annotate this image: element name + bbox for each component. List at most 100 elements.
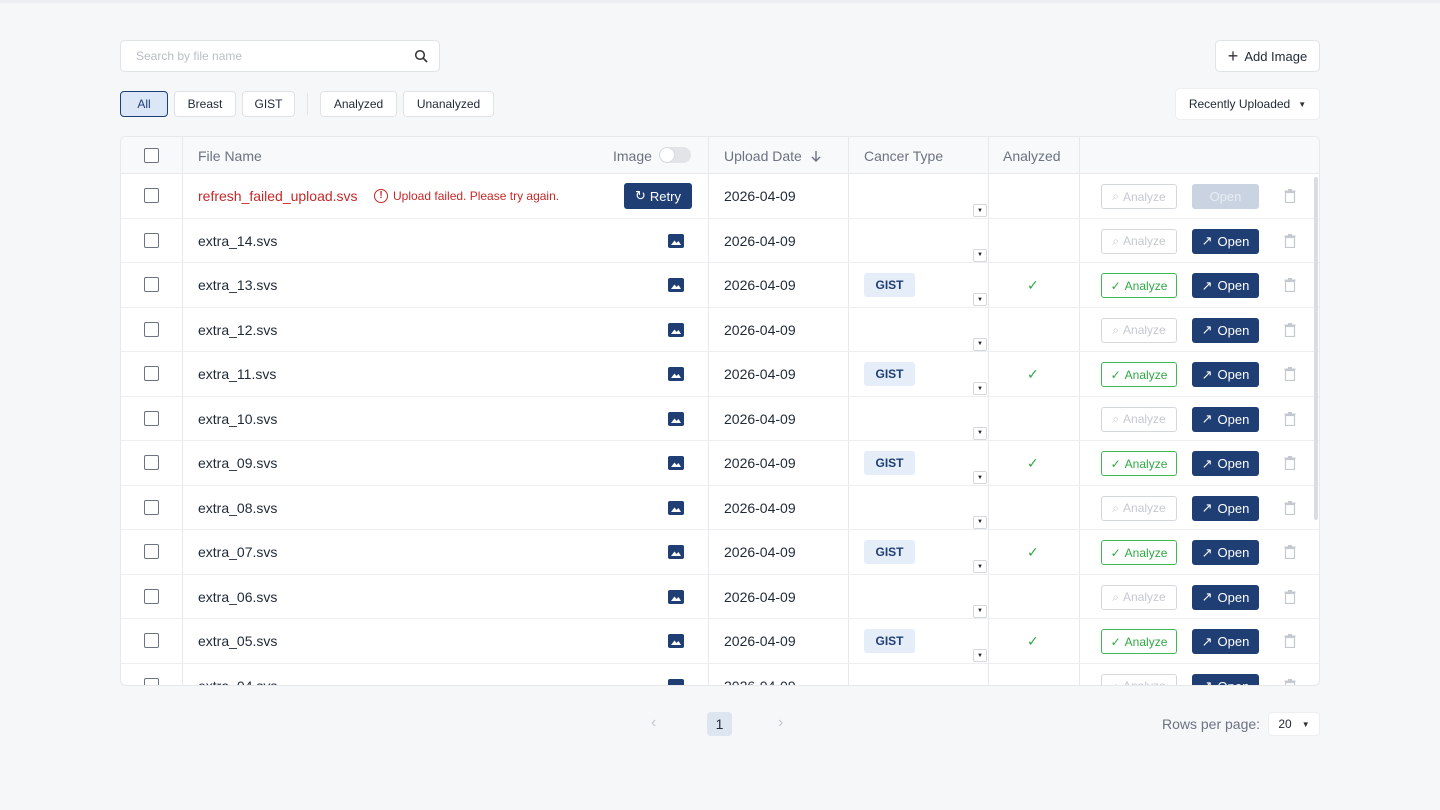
cancer-type-dropdown[interactable]: ▼ <box>973 337 987 351</box>
row-checkbox[interactable] <box>144 455 159 470</box>
trash-icon[interactable] <box>1284 545 1296 559</box>
file-name[interactable]: extra_08.svs <box>198 486 277 530</box>
file-name[interactable]: extra_14.svs <box>198 219 277 263</box>
cancer-type-dropdown[interactable]: ▼ <box>973 560 987 573</box>
image-thumbnail-icon[interactable] <box>668 545 684 559</box>
file-name[interactable]: extra_07.svs <box>198 530 277 574</box>
image-thumbnail-icon[interactable] <box>668 589 684 604</box>
file-name[interactable]: extra_05.svs <box>198 619 277 663</box>
trash-icon[interactable] <box>1284 322 1296 337</box>
image-thumbnail-icon[interactable] <box>668 367 684 381</box>
open-button[interactable]: ↗ Open <box>1192 673 1259 685</box>
trash-icon[interactable] <box>1284 678 1296 687</box>
trash-icon[interactable] <box>1284 411 1296 426</box>
row-checkbox[interactable] <box>144 544 159 559</box>
filter-analyzed[interactable]: Analyzed <box>320 91 397 117</box>
row-checkbox[interactable] <box>144 633 159 648</box>
cancer-type-dropdown[interactable]: ▼ <box>973 515 987 529</box>
trash-icon[interactable] <box>1284 189 1296 203</box>
filter-unanalyzed[interactable]: Unanalyzed <box>403 91 494 117</box>
search-box[interactable] <box>120 40 440 72</box>
header-upload-date[interactable]: Upload Date <box>724 137 821 174</box>
image-thumbnail-icon[interactable] <box>668 233 684 248</box>
page-number[interactable]: 1 <box>707 712 732 736</box>
open-button[interactable]: ↗ Open <box>1192 540 1259 565</box>
add-image-button[interactable]: + Add Image <box>1215 40 1320 72</box>
analyze-button[interactable]: ⌕ Analyze <box>1101 228 1177 254</box>
filter-breast[interactable]: Breast <box>174 91 236 117</box>
analyze-button[interactable]: ✓ Analyze <box>1101 451 1177 476</box>
open-button[interactable]: Open <box>1192 184 1259 209</box>
row-checkbox[interactable] <box>144 232 159 248</box>
image-thumbnail-icon[interactable] <box>668 278 684 292</box>
file-name[interactable]: extra_06.svs <box>198 575 277 619</box>
open-button[interactable]: ↗ Open <box>1192 362 1259 387</box>
file-name[interactable]: extra_11.svs <box>198 352 276 396</box>
image-thumbnail-icon[interactable] <box>668 634 684 648</box>
row-checkbox[interactable] <box>144 410 159 426</box>
trash-icon[interactable] <box>1284 233 1296 248</box>
trash-icon[interactable] <box>1284 456 1296 470</box>
image-thumbnail-icon[interactable] <box>668 411 684 426</box>
cancer-type-dropdown[interactable]: ▼ <box>973 649 987 662</box>
analyze-button[interactable]: ⌕ Analyze <box>1101 184 1177 209</box>
retry-button[interactable]: ↻ Retry <box>624 183 692 209</box>
cancer-type-dropdown[interactable]: ▼ <box>973 382 987 395</box>
analyze-button[interactable]: ✓ Analyze <box>1101 273 1177 298</box>
row-checkbox[interactable] <box>144 366 159 381</box>
image-toggle[interactable] <box>659 147 691 163</box>
filter-gist[interactable]: GIST <box>242 91 295 117</box>
analyze-button[interactable]: ⌕ Analyze <box>1101 495 1177 521</box>
filter-all[interactable]: All <box>120 91 168 117</box>
trash-icon[interactable] <box>1284 278 1296 292</box>
analyze-button[interactable]: ⌕ Analyze <box>1101 317 1177 343</box>
search-input[interactable] <box>136 48 396 64</box>
open-button[interactable]: ↗ Open <box>1192 584 1259 610</box>
row-checkbox[interactable] <box>144 677 159 685</box>
analyze-button[interactable]: ✓ Analyze <box>1101 629 1177 654</box>
cancer-type-dropdown[interactable]: ▼ <box>973 248 987 262</box>
image-thumbnail-icon[interactable] <box>668 322 684 337</box>
open-button[interactable]: ↗ Open <box>1192 317 1259 343</box>
trash-icon[interactable] <box>1284 367 1296 381</box>
trash-icon[interactable] <box>1284 634 1296 648</box>
sort-dropdown[interactable]: Recently Uploaded ▼ <box>1175 88 1320 120</box>
prev-page-icon[interactable]: ‹ <box>651 714 656 732</box>
row-checkbox[interactable] <box>144 321 159 337</box>
analyze-button[interactable]: ⌕ Analyze <box>1101 406 1177 432</box>
analyze-button[interactable]: ⌕ Analyze <box>1101 584 1177 610</box>
file-name[interactable]: extra_10.svs <box>198 397 277 441</box>
image-thumbnail-icon[interactable] <box>668 678 684 685</box>
image-thumbnail-icon[interactable] <box>668 456 684 470</box>
cancer-type-dropdown[interactable]: ▼ <box>973 604 987 618</box>
analyze-button[interactable]: ⌕ Analyze <box>1101 673 1177 685</box>
file-name[interactable]: extra_12.svs <box>198 308 277 352</box>
open-button[interactable]: ↗ Open <box>1192 495 1259 521</box>
rows-per-page-select[interactable]: 20 ▼ <box>1268 712 1320 736</box>
open-button[interactable]: ↗ Open <box>1192 451 1259 476</box>
image-thumbnail-icon[interactable] <box>668 500 684 515</box>
table-scrollbar[interactable] <box>1314 177 1318 520</box>
row-checkbox[interactable] <box>144 499 159 515</box>
cancer-type-dropdown[interactable]: ▼ <box>973 293 987 306</box>
analyze-button[interactable]: ✓ Analyze <box>1101 540 1177 565</box>
header-file-name[interactable]: File Name <box>198 137 262 174</box>
header-cancer-type[interactable]: Cancer Type <box>864 137 943 174</box>
file-name[interactable]: extra_09.svs <box>198 441 277 485</box>
search-icon[interactable] <box>414 49 428 63</box>
cancer-type-dropdown[interactable]: ▼ <box>973 471 987 484</box>
file-name[interactable]: refresh_failed_upload.svs <box>198 174 358 218</box>
trash-icon[interactable] <box>1284 589 1296 604</box>
row-checkbox[interactable] <box>144 588 159 604</box>
open-button[interactable]: ↗ Open <box>1192 629 1259 654</box>
header-analyzed[interactable]: Analyzed <box>1003 137 1061 174</box>
file-name[interactable]: extra_13.svs <box>198 263 277 307</box>
file-name[interactable]: extra_04.svs <box>198 664 277 686</box>
select-all-checkbox[interactable] <box>144 148 159 163</box>
cancer-type-dropdown[interactable]: ▼ <box>973 204 987 217</box>
next-page-icon[interactable]: › <box>778 714 783 732</box>
open-button[interactable]: ↗ Open <box>1192 228 1259 254</box>
analyze-button[interactable]: ✓ Analyze <box>1101 362 1177 387</box>
row-checkbox[interactable] <box>144 277 159 292</box>
open-button[interactable]: ↗ Open <box>1192 406 1259 432</box>
